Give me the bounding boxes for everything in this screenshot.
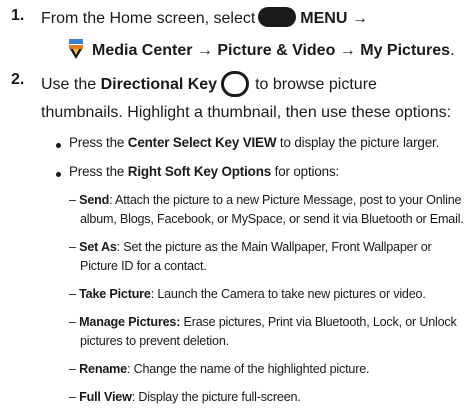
bullet-center-select: Press the Center Select Key VIEW to disp… — [69, 135, 439, 150]
dash: – — [69, 315, 76, 329]
bullet-text: Press the — [69, 135, 125, 150]
option-text: Display the picture full-screen. — [138, 390, 301, 404]
step-2-text-after: to browse picture — [255, 76, 377, 93]
media-center-icon — [66, 38, 86, 65]
step-2-line-2: thumbnails. Highlight a thumbnail, then … — [41, 104, 452, 121]
option-sep: : — [150, 287, 155, 301]
dash: – — [69, 193, 76, 207]
option-text: Set the picture as the Main Wallpaper, F… — [123, 240, 432, 254]
option-sep: : — [109, 193, 113, 207]
path-picture-video: Picture & Video — [217, 42, 336, 59]
option-sep: : — [131, 390, 136, 404]
option-manage-pictures: – Manage Pictures: Erase pictures, Print… — [69, 315, 457, 329]
step-1-text: From the Home screen, select — [41, 10, 256, 27]
path-my-pictures: My Pictures — [360, 42, 451, 59]
option-text: Launch the Camera to take new pictures o… — [157, 287, 426, 301]
step-2-line-1: Use the Directional Key to browse picture — [41, 71, 377, 97]
option-send: – Send: Attach the picture to a new Pict… — [69, 193, 462, 207]
arrow: → — [351, 10, 368, 27]
option-text: Erase pictures, Print via Bluetooth, Loc… — [183, 315, 457, 329]
dash: – — [69, 362, 76, 376]
bullet-right-soft-key: Press the Right Soft Key Options for opt… — [69, 164, 339, 179]
option-text: Attach the picture to a new Picture Mess… — [115, 193, 462, 207]
step-1-line-1: From the Home screen, select MENU → — [41, 7, 368, 28]
option-term: Take Picture — [79, 287, 151, 301]
step-1-number: 1. — [11, 7, 25, 24]
key-name: Center Select Key VIEW — [127, 135, 277, 150]
option-term: Send — [79, 193, 110, 207]
option-term: Rename — [79, 362, 127, 376]
option-sep: : — [126, 362, 131, 376]
bullet-dot — [56, 172, 61, 177]
menu-label: MENU — [300, 10, 348, 27]
path-media-center: Media Center — [92, 42, 193, 59]
step-1-line-2: Media Center → Picture & Video → My Pict… — [66, 38, 455, 65]
option-rename: – Rename: Change the name of the highlig… — [69, 362, 370, 376]
option-term: Full View — [79, 390, 132, 404]
arrow: → — [339, 42, 356, 59]
menu-key-icon — [258, 7, 297, 27]
dash: – — [69, 287, 76, 301]
directional-key-icon — [221, 71, 250, 97]
option-take-picture: – Take Picture: Launch the Camera to tak… — [69, 287, 426, 301]
directional-key-label: Directional Key — [100, 76, 218, 93]
option-text: Change the name of the highlighted pictu… — [133, 362, 370, 376]
bullet-text-after: for options: — [274, 164, 340, 179]
period: . — [450, 42, 455, 59]
option-term: Set As — [79, 240, 117, 254]
key-name: Right Soft Key Options — [127, 164, 272, 179]
dash: – — [69, 240, 76, 254]
option-term: Manage Pictures: — [79, 315, 181, 329]
bullet-dot — [56, 143, 61, 148]
step-2-number: 2. — [11, 71, 25, 88]
manual-page: 1. From the Home screen, select MENU → Me… — [0, 0, 472, 415]
arrow: → — [196, 42, 213, 59]
option-manage-pictures-cont: pictures to prevent deletion. — [80, 334, 229, 348]
step-2-text: Use the — [41, 76, 97, 93]
bullet-text: Press the — [69, 164, 125, 179]
bullet-text-after: to display the picture larger. — [279, 135, 440, 150]
dash: – — [69, 390, 76, 404]
option-send-cont: album, Blogs, Facebook, or MySpace, or s… — [80, 212, 464, 226]
option-set-as-cont: Picture ID for a contact. — [80, 259, 207, 273]
option-sep: : — [116, 240, 121, 254]
option-full-view: – Full View: Display the picture full-sc… — [69, 390, 301, 404]
option-set-as: – Set As: Set the picture as the Main Wa… — [69, 240, 432, 254]
